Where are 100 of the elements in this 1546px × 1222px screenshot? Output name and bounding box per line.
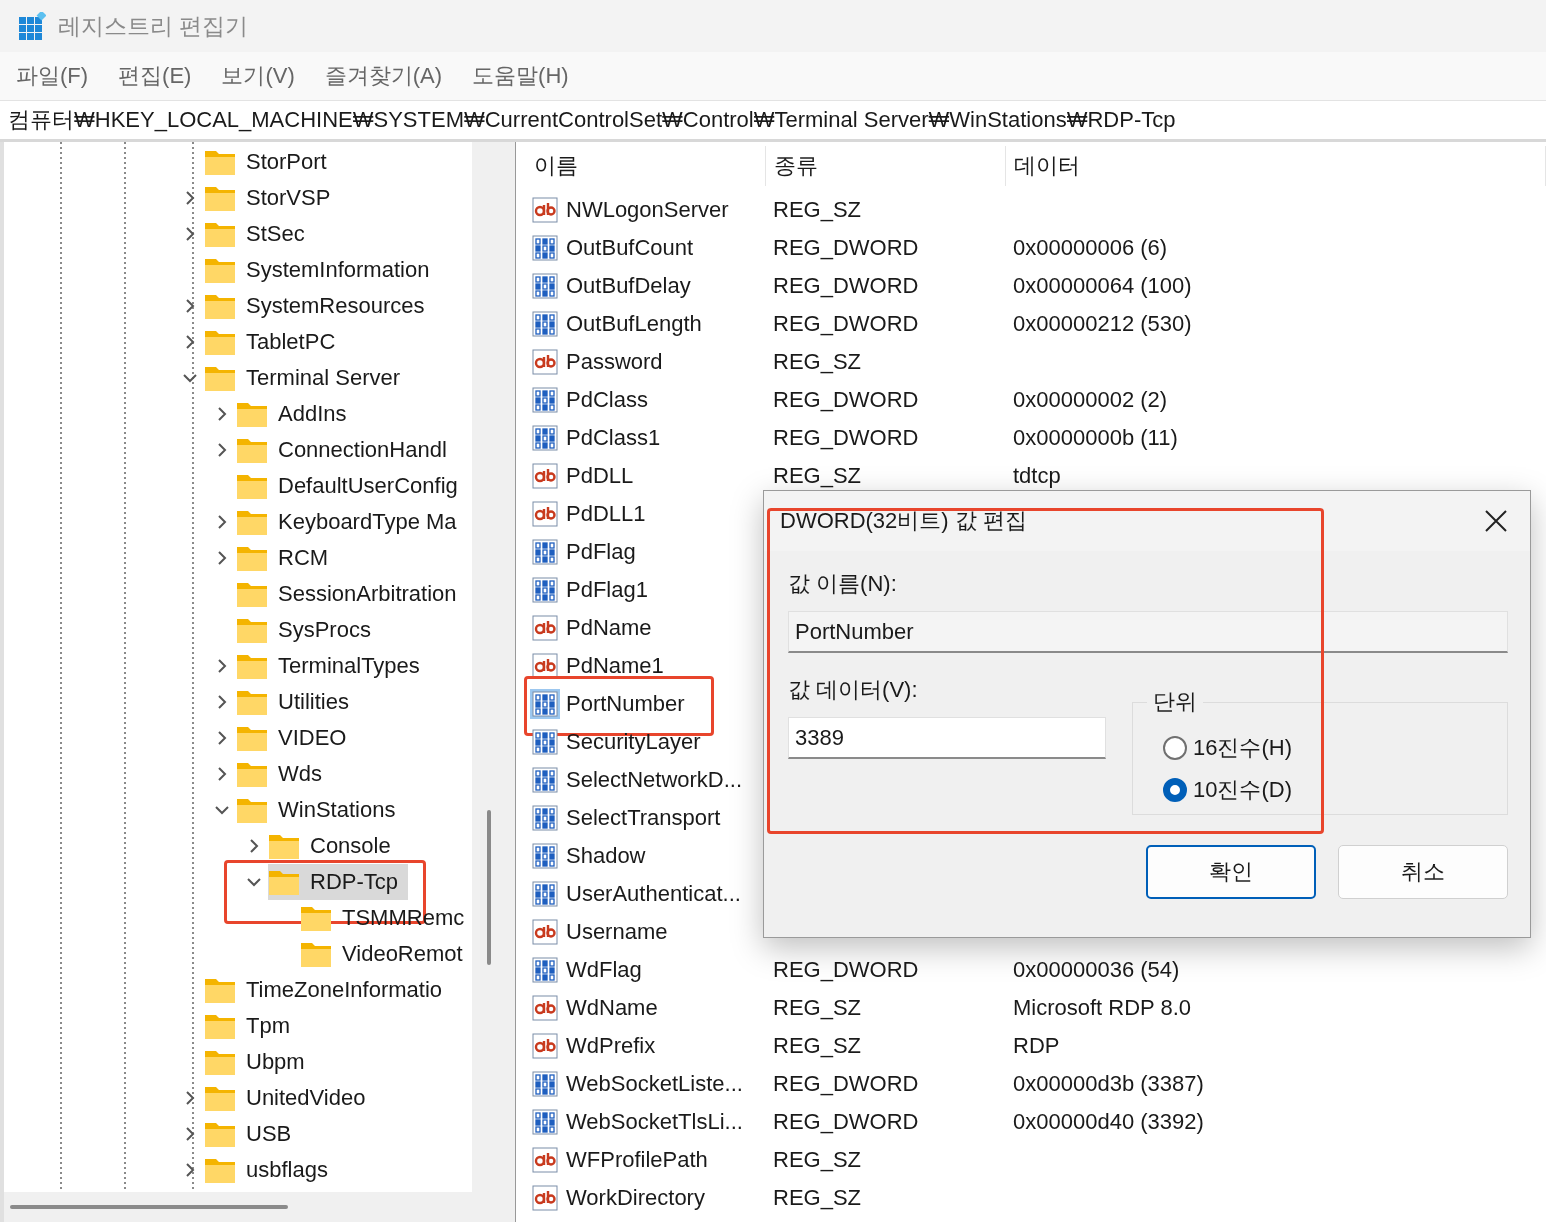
value-name[interactable]: PdDLL <box>566 463 634 489</box>
value-name[interactable]: SecurityLayer <box>566 729 701 755</box>
binary-value-icon <box>532 387 558 413</box>
group-label: 단위 <box>1152 688 1198 716</box>
tree-item[interactable]: Wds <box>236 756 332 792</box>
value-name[interactable]: OutBufDelay <box>566 273 691 299</box>
value-name[interactable]: WFProfilePath <box>566 1147 708 1173</box>
value-type: REG_DWORD <box>772 425 920 451</box>
value-name[interactable]: SelectNetworkD... <box>566 767 743 793</box>
folder-icon <box>204 1156 236 1184</box>
value-name[interactable]: OutBufCount <box>566 235 694 261</box>
column-header[interactable]: 데이터 <box>1006 146 1546 186</box>
value-name[interactable]: WorkDirectory <box>566 1185 705 1211</box>
tree-item[interactable]: usbflags <box>204 1152 338 1188</box>
value-name[interactable]: Password <box>566 349 663 375</box>
tree-item[interactable]: KeyboardType Ma <box>236 504 467 540</box>
value-name[interactable]: UserAuthenticat... <box>566 881 741 907</box>
value-name[interactable]: OutBufLength <box>566 311 702 337</box>
folder-icon <box>236 616 268 644</box>
tree-item[interactable]: SystemResources <box>204 288 435 324</box>
string-value-icon <box>532 653 558 679</box>
menu-item[interactable]: 보기(V) <box>221 61 295 91</box>
tree-item[interactable]: DefaultUserConfig <box>236 468 468 504</box>
tree-item[interactable]: TabletPC <box>204 324 346 360</box>
value-name[interactable]: WdName <box>566 995 658 1021</box>
scrollbar-thumb[interactable] <box>10 1205 288 1209</box>
value-name[interactable]: PdClass1 <box>566 425 661 451</box>
value-name[interactable]: PdDLL1 <box>566 501 646 527</box>
scrollbar-thumb[interactable] <box>486 810 491 965</box>
value-name[interactable]: PdName1 <box>566 653 664 679</box>
folder-icon <box>204 292 236 320</box>
radio-icon[interactable] <box>1163 778 1187 802</box>
tree-item[interactable]: Terminal Server <box>204 360 411 396</box>
tree-item[interactable]: AddIns <box>236 396 357 432</box>
value-name[interactable]: WebSocketTlsLi... <box>566 1109 743 1135</box>
tree-item[interactable]: Tpm <box>204 1008 300 1044</box>
value-name[interactable]: NWLogonServer <box>566 197 729 223</box>
binary-value-icon <box>532 881 558 907</box>
value-name[interactable]: WebSocketListe... <box>566 1071 743 1097</box>
value-data: 0x0000000b (11) <box>1012 425 1179 451</box>
column-header[interactable]: 종류 <box>766 146 1006 186</box>
value-data: 0x00000212 (530) <box>1012 311 1193 337</box>
folder-icon <box>204 184 236 212</box>
tree-item[interactable]: RCM <box>236 540 339 576</box>
tree-item[interactable]: SystemInformation <box>204 252 440 288</box>
menu-item[interactable]: 파일(F) <box>16 61 89 91</box>
tree-item[interactable]: UnitedVideo <box>204 1080 376 1116</box>
folder-icon <box>204 1120 236 1148</box>
tree-item[interactable]: TimeZoneInformatio <box>204 972 453 1008</box>
menu-item[interactable]: 편집(E) <box>118 61 192 91</box>
tree-item[interactable]: StorPort <box>204 144 337 180</box>
binary-value-icon <box>532 1071 558 1097</box>
radio-icon[interactable] <box>1163 736 1187 760</box>
value-name[interactable]: WdFlag <box>566 957 642 983</box>
value-name[interactable]: PdFlag <box>566 539 636 565</box>
value-data-field[interactable]: 3389 <box>788 717 1106 759</box>
folder-icon <box>204 1012 236 1040</box>
value-type: REG_SZ <box>772 1185 863 1211</box>
tree-item[interactable]: StorVSP <box>204 180 341 216</box>
value-name[interactable]: SelectTransport <box>566 805 721 831</box>
folder-icon <box>236 724 268 752</box>
folder-icon <box>236 760 268 788</box>
close-icon <box>1484 509 1508 533</box>
value-name[interactable]: WdPrefix <box>566 1033 656 1059</box>
tree-item[interactable]: RDP-Tcp <box>268 864 408 900</box>
column-header[interactable]: 이름 <box>526 146 766 186</box>
tree-item[interactable]: ConnectionHandl <box>236 432 457 468</box>
menu-item[interactable]: 도움말(H) <box>472 61 569 91</box>
tree-item[interactable]: Utilities <box>236 684 359 720</box>
tree-item[interactable]: Ubpm <box>204 1044 315 1080</box>
value-name[interactable]: PortNumber <box>566 691 685 717</box>
value-name-field[interactable]: PortNumber <box>788 611 1508 653</box>
folder-icon <box>300 940 332 968</box>
value-type: REG_SZ <box>772 1033 863 1059</box>
dialog-button[interactable]: 확인 <box>1146 845 1316 899</box>
tree-item[interactable]: Console <box>268 828 401 864</box>
value-name[interactable]: Username <box>566 919 668 945</box>
radio-option[interactable]: 16진수(H) <box>1163 733 1507 763</box>
string-value-icon <box>532 349 558 375</box>
value-name[interactable]: Shadow <box>566 843 646 869</box>
address-bar[interactable]: 컴퓨터₩HKEY_LOCAL_MACHINE₩SYSTEM₩CurrentControlSet₩Control₩Terminal Server₩WinStations₩RDP-Tcp <box>0 100 1546 142</box>
value-name[interactable]: PdClass <box>566 387 648 413</box>
tree-item[interactable]: TerminalTypes <box>236 648 430 684</box>
value-type: REG_DWORD <box>772 235 920 261</box>
tree-item[interactable]: SysProcs <box>236 612 381 648</box>
folder-icon <box>236 508 268 536</box>
menu-item[interactable]: 즐겨찾기(A) <box>324 61 443 91</box>
tree-item[interactable]: WinStations <box>236 792 406 828</box>
tree-item[interactable]: VIDEO <box>236 720 357 756</box>
radio-option[interactable]: 10진수(D) <box>1163 775 1507 805</box>
value-name[interactable]: PdName <box>566 615 652 641</box>
tree-item[interactable]: USB <box>204 1116 302 1152</box>
binary-value-icon <box>532 729 558 755</box>
tree-item[interactable]: StSec <box>204 216 315 252</box>
value-type: REG_DWORD <box>772 1109 920 1135</box>
folder-icon <box>204 364 236 392</box>
tree-item[interactable]: VideoRemot <box>300 936 472 972</box>
dialog-button[interactable]: 취소 <box>1338 845 1508 899</box>
value-name[interactable]: PdFlag1 <box>566 577 648 603</box>
tree-item[interactable]: SessionArbitration <box>236 576 467 612</box>
